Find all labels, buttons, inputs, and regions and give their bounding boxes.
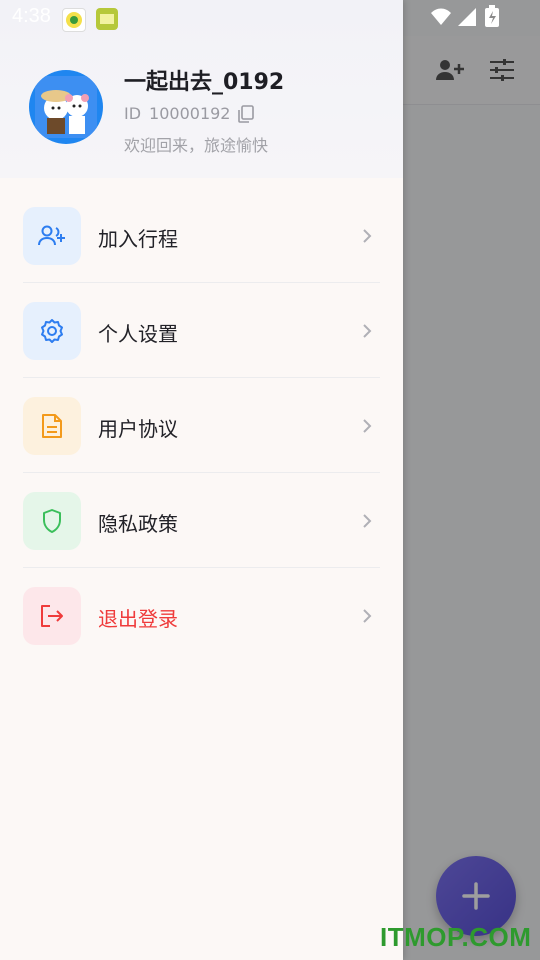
- menu-item-join-trip[interactable]: 加入行程: [0, 188, 403, 283]
- menu-item-logout[interactable]: 退出登录: [0, 568, 403, 663]
- document-icon: [42, 414, 62, 438]
- welcome-message: 欢迎回来，旅途愉快: [124, 136, 269, 155]
- navigation-drawer: 一起出去_0192 ID 10000192 欢迎回来，旅途愉快 加入行程 个人设…: [0, 0, 403, 960]
- logout-icon: [41, 605, 63, 627]
- chevron-right-icon: [363, 609, 372, 623]
- user-id-row: ID 10000192: [124, 104, 255, 123]
- user-id-prefix: ID: [124, 104, 142, 123]
- gear-icon: [41, 319, 63, 343]
- chevron-right-icon: [363, 324, 372, 338]
- menu-icon-box: [23, 397, 81, 455]
- avatar[interactable]: [29, 70, 103, 144]
- notification-app-icon-2: [96, 8, 118, 30]
- menu-item-personal-settings[interactable]: 个人设置: [0, 283, 403, 378]
- add-user-icon: [38, 225, 65, 246]
- menu-label: 隐私政策: [98, 512, 178, 536]
- shield-icon: [43, 509, 61, 533]
- menu-label: 个人设置: [98, 322, 178, 346]
- menu-icon-box: [23, 302, 81, 360]
- copy-icon[interactable]: [238, 104, 255, 123]
- watermark: ITMOP.COM: [380, 922, 532, 952]
- battery-icon: [485, 5, 499, 27]
- menu-label: 加入行程: [98, 227, 178, 251]
- menu-icon-box: [23, 207, 81, 265]
- menu-icon-box: [23, 492, 81, 550]
- wifi-icon: [431, 8, 451, 25]
- menu-item-privacy-policy[interactable]: 隐私政策: [0, 473, 403, 568]
- user-id: 10000192: [149, 104, 231, 123]
- username: 一起出去_0192: [124, 70, 285, 95]
- chevron-right-icon: [363, 419, 372, 433]
- menu-label: 用户协议: [98, 417, 178, 441]
- status-time: 4:38: [12, 5, 51, 27]
- notification-app-icon: [62, 8, 86, 32]
- menu-item-user-agreement[interactable]: 用户协议: [0, 378, 403, 473]
- chevron-right-icon: [363, 514, 372, 528]
- status-bar: 4:38: [0, 0, 540, 36]
- signal-icon: [458, 8, 476, 26]
- drawer-menu: 加入行程 个人设置 用户协议 隐私政策 退出登录: [0, 188, 403, 663]
- menu-icon-box: [23, 587, 81, 645]
- menu-label: 退出登录: [98, 607, 178, 631]
- chevron-right-icon: [363, 229, 372, 243]
